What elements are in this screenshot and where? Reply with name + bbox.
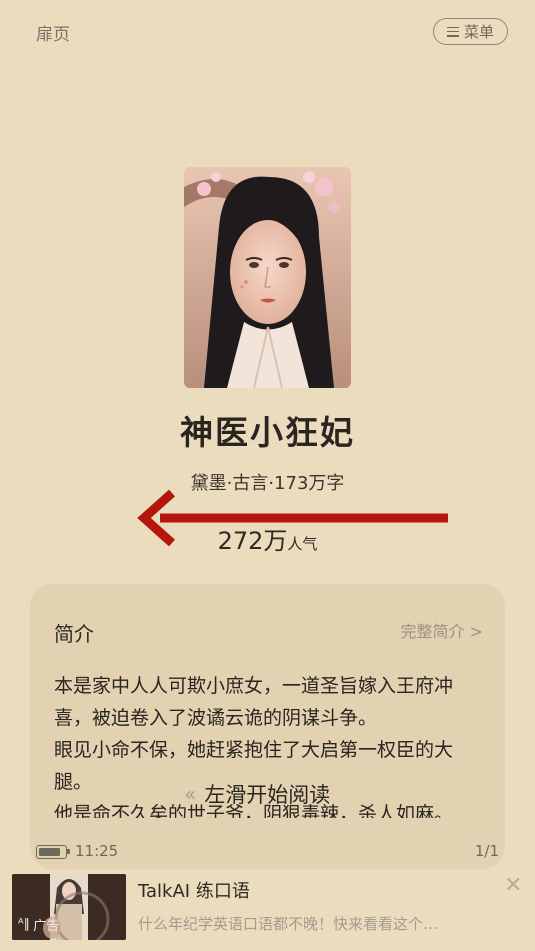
reader-status-bar: 11:25 1/1 xyxy=(0,840,535,864)
intro-card: 简介 完整简介 > 本是家中人人可欺小庶女，一道圣旨嫁入王府冲喜，被迫卷入了波谲… xyxy=(30,584,505,869)
ad-label-text: 广告 xyxy=(33,919,60,934)
brand-logo-icon: ᴬ∥ xyxy=(18,917,31,932)
left-arrow-annotation xyxy=(137,489,448,547)
ad-thumbnail[interactable]: ᴬ∥ 广告 xyxy=(12,874,126,940)
title-page-label: 扉页 xyxy=(36,25,70,45)
clock: 11:25 xyxy=(75,842,119,860)
menu-button[interactable]: 菜单 xyxy=(433,18,508,45)
close-icon[interactable]: ✕ xyxy=(504,873,522,898)
ad-banner[interactable]: ᴬ∥ 广告 TalkAI 练口语 什么年纪学英语口语都不晚！快来看看这个… ✕ xyxy=(0,867,535,951)
swipe-to-read-hint[interactable]: « 左滑开始阅读 xyxy=(184,779,330,809)
battery-icon xyxy=(36,845,70,859)
intro-paragraph: 本是家中人人可欺小庶女，一道圣旨嫁入王府冲喜，被迫卷入了波谲云诡的阴谋斗争。 xyxy=(54,675,454,729)
top-bar: 扉页 菜单 xyxy=(0,0,535,64)
ad-label: ᴬ∥ 广告 xyxy=(18,915,59,934)
book-title: 神医小狂妃 xyxy=(180,413,355,452)
menu-button-label: 菜单 xyxy=(463,23,494,41)
ad-description[interactable]: 什么年纪学英语口语都不晚！快来看看这个… xyxy=(138,913,498,934)
swipe-hint-label: 左滑开始阅读 xyxy=(204,783,331,807)
battery-level xyxy=(39,848,61,856)
intro-heading: 简介 xyxy=(54,622,94,646)
book-cover-illustration xyxy=(184,167,351,388)
page-indicator: 1/1 xyxy=(474,842,499,860)
double-chevron-left-icon: « xyxy=(184,782,197,806)
book-cover[interactable] xyxy=(184,167,351,388)
full-intro-link[interactable]: 完整简介 > xyxy=(401,618,484,642)
ad-title[interactable]: TalkAI 练口语 xyxy=(138,877,250,903)
menu-icon xyxy=(446,26,459,37)
